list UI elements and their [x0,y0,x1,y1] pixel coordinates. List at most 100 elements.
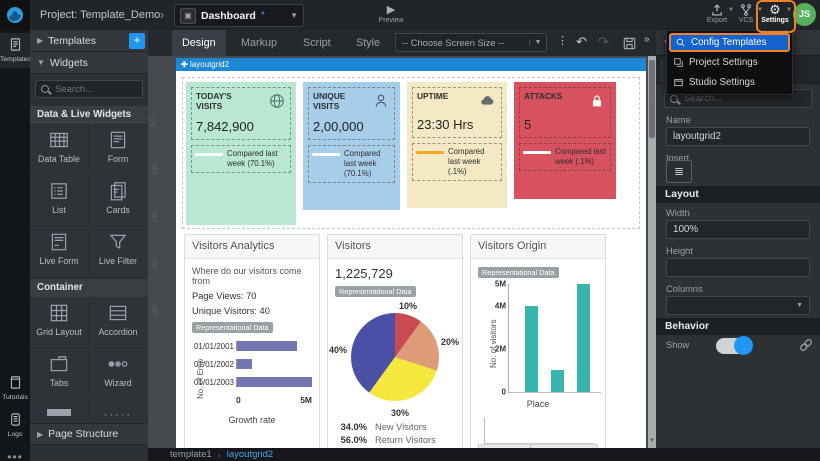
insert-row-button[interactable]: ≣ [666,160,692,183]
widget-search-input[interactable] [53,83,137,96]
tab-style[interactable]: Style [346,30,390,56]
show-toggle-knob[interactable] [734,336,753,355]
add-template-button[interactable]: + [129,33,145,49]
vcs-button[interactable]: ▼ VCS [731,3,761,29]
user-icon [372,92,390,110]
widget-tile-grid-layout[interactable]: Grid Layout [30,298,88,348]
rail-item-tutorials[interactable]: Tutorials [0,375,30,401]
legend-label: Return Visitors [375,435,436,445]
page-structure-section-header[interactable]: ▶ Page Structure [30,423,148,445]
widgets-section-label: Widgets [50,57,88,69]
settings-button[interactable]: ⚙ ▼ Settings [760,3,790,29]
widget-tile-tabs[interactable]: Tabs [30,349,88,399]
expand-panel-icon[interactable]: » [644,34,650,45]
page-structure-label: Page Structure [48,428,118,440]
progress-bar [312,153,340,156]
menu-item-config-templates[interactable]: Config Templates [669,33,790,52]
layout-section-header[interactable]: Layout [656,186,820,203]
logs-icon [8,412,23,427]
settings-label: Settings [760,17,790,24]
y-axis-label: No. of Emp [196,359,205,399]
bind-property-icon[interactable] [798,337,814,353]
widget-tile-label: Accordion [89,327,147,337]
menu-item-label: Project Settings [689,57,758,68]
panel-icon [47,409,71,416]
columns-select[interactable]: ▼ [666,296,810,315]
selected-widget-bar[interactable]: ✚ layoutgrid2 [176,58,646,71]
height-field[interactable] [666,258,810,277]
widget-search[interactable] [35,80,143,98]
widgets-section-header[interactable]: ▼ Widgets [30,52,148,74]
rail-item-templates[interactable]: Templates [0,33,30,68]
export-button[interactable]: ▼ Export [702,3,732,29]
menu-item-project-settings[interactable]: Project Settings [669,53,790,72]
artboard[interactable]: ✚ layoutgrid2 TODAY'S VISITS 7,842,900 [176,58,646,448]
tab-script[interactable]: Script [293,30,341,56]
widget-tile-accordion[interactable]: Accordion [89,298,147,348]
chevron-down-icon: ▼ [796,302,803,309]
widget-tile-live-form[interactable]: Live Form [30,227,88,277]
rail-item-logs[interactable]: Logs [0,412,30,438]
legend-label: New Visitors [375,422,427,432]
stat-card-unique-visits[interactable]: UNIQUE VISITS 2,00,000 Compared last wee… [303,82,400,210]
x-axis-label: Growth rate [192,415,312,425]
tab-design[interactable]: Design [172,30,226,56]
name-field[interactable] [666,127,810,146]
selected-widget-label: layoutgrid2 [190,60,229,69]
stat-card-todays-visits[interactable]: TODAY'S VISITS 7,842,900 Compared last w… [186,82,296,225]
widget-tile-wizard[interactable]: Wizard [89,349,147,399]
undo-icon[interactable]: ↶ [576,34,587,50]
card-title: TODAY'S VISITS [196,92,242,112]
globe-icon [268,92,286,110]
behavior-section-header[interactable]: Behavior [656,318,820,335]
widget-tile-data-table[interactable]: Data Table [30,125,88,175]
breadcrumb-template1[interactable]: template1 [170,449,212,460]
stat-card-uptime[interactable]: UPTIME 23:30 Hrs Compared last week (.1%… [407,82,507,208]
save-icon[interactable] [622,36,637,51]
breadcrumb-layoutgrid2[interactable]: layoutgrid2 [227,449,273,460]
canvas-scrollbar-thumb[interactable] [649,60,655,138]
panel-visitors[interactable]: Visitors 1,225,729 Representational Data… [327,234,463,448]
y-tick: 4M [495,301,509,310]
export-icon [710,3,724,17]
templates-section-header[interactable]: ▶ Templates + [30,30,148,52]
widget-tile-live-filter[interactable]: Live Filter [89,227,147,277]
preview-button[interactable]: ▶ Preview [374,3,408,29]
widget-tile-cards[interactable]: Cards [89,176,147,226]
widget-tile-clipped[interactable]: ····· [89,400,147,423]
group-header-container: Container [30,279,148,297]
panel-visitors-origin[interactable]: Visitors Origin Representational Data No… [470,234,606,448]
widget-tile-clipped[interactable] [30,400,88,423]
panel-visitors-analytics[interactable]: Visitors Analytics Where do our visitors… [184,234,320,448]
app-logo[interactable] [0,0,30,30]
tab-markup[interactable]: Markup [231,30,287,56]
menu-item-studio-settings[interactable]: Studio Settings [669,73,790,92]
more-options-icon[interactable]: ••• [0,450,30,461]
top-bar: Project: Template_Demo › ▣ Dashboard * ▼… [0,0,820,31]
rail-templates-label: Templates [0,56,30,63]
stat-card-attacks[interactable]: ATTACKS 5 Compared last week (.1%) [514,82,616,199]
width-field[interactable] [666,220,810,239]
accordion-icon [107,302,129,324]
redo-icon[interactable]: ↷ [598,34,609,50]
left-rail: Templates Tutorials Logs ••• [0,30,30,461]
kebab-menu-icon[interactable]: ⋮ [557,34,568,47]
tutorials-icon [8,375,23,390]
app-window: Project: Template_Demo › ▣ Dashboard * ▼… [0,0,820,461]
scrollbar-down-arrow[interactable]: ▼ [648,436,656,446]
x-tick: 5M [300,395,312,405]
representational-data-badge: Representational Data [335,286,416,297]
live-form-icon [48,231,70,253]
columns-field-label: Columns [666,284,703,294]
page-selector-dropdown[interactable]: ▣ Dashboard * ▼ [174,4,304,27]
widget-tile-list[interactable]: List [30,176,88,226]
pie-label-10: 10% [399,301,417,311]
widget-tile-form[interactable]: Form [89,125,147,175]
screen-size-select[interactable]: -- Choose Screen Size -- ▼ [395,33,547,52]
representational-data-badge: Representational Data [478,267,559,278]
y-tick: 2M [495,344,509,353]
user-avatar[interactable]: JS [793,3,816,26]
bar-row: 01/01/2001 [236,341,312,351]
card-title: ATTACKS [524,92,570,102]
widget-tile-label: Wizard [89,378,147,388]
